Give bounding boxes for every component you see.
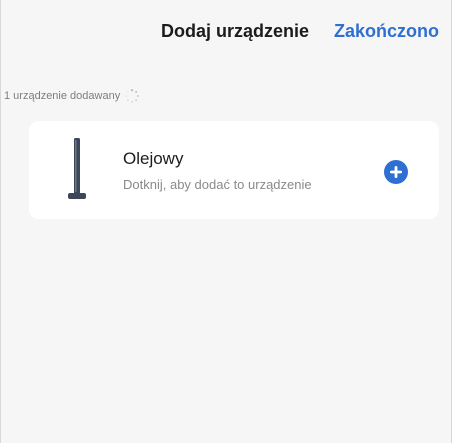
oil-heater-tower-icon [68,138,86,199]
device-card[interactable]: Olejowy Dotknij, aby dodać to urządzenie [29,121,439,219]
done-button[interactable]: Zakończono [334,21,439,42]
adding-status-text: 1 urządzenie dodawany [4,90,121,102]
header-bar: Dodaj urządzenie Zakończono [1,0,451,64]
adding-status: 1 urządzenie dodawany [4,88,140,104]
spinner-icon [125,89,139,103]
page-title: Dodaj urządzenie [161,21,310,41]
device-subtitle: Dotknij, aby dodać to urządzenie [123,177,312,192]
plus-circle-icon[interactable] [384,160,408,184]
add-device-screen: Dodaj urządzenie Zakończono 1 urządzenie… [0,0,452,443]
device-name: Olejowy [123,149,184,168]
